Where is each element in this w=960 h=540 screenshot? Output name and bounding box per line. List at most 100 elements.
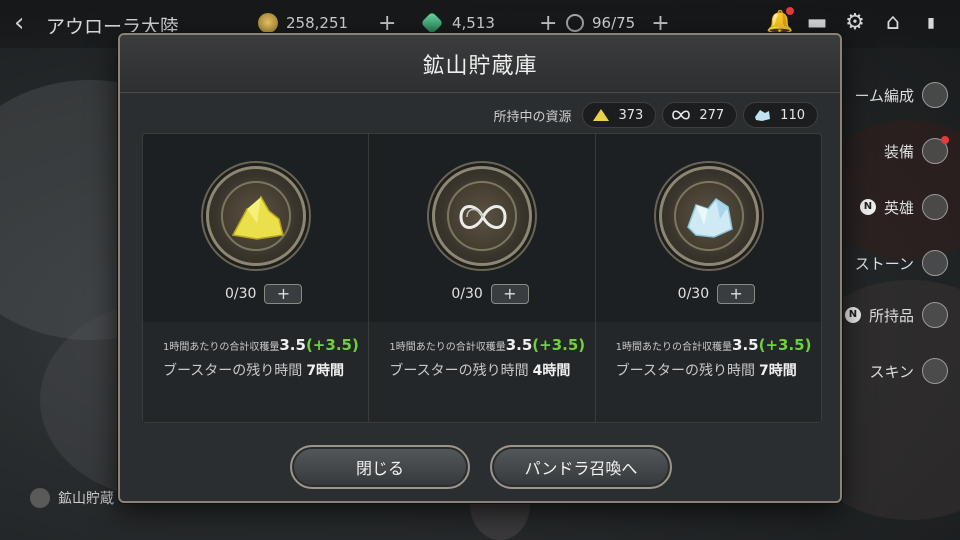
green-gem-icon — [420, 11, 444, 35]
side-item-label: ストーン — [854, 254, 914, 273]
add-gem-button[interactable]: + — [539, 11, 557, 36]
notification-dot — [786, 7, 794, 15]
stamina-resource: 96/75 + — [566, 11, 670, 36]
booster-time: 7時間 — [758, 363, 797, 379]
booster-label: ブースターの残り時間 — [615, 363, 755, 379]
home-icon[interactable]: ⌂ — [880, 10, 906, 36]
battery-wifi-icon: ▮ — [927, 15, 935, 31]
infinity-ore-icon — [672, 110, 691, 120]
mine-column-crystal: 0/30 + 1時間あたりの合計収穫量 3.5 (+3.5) ブースターの残り時… — [595, 134, 821, 422]
mine-storage-label: 鉱山貯蔵 — [58, 491, 114, 507]
add-gold-button[interactable]: + — [378, 11, 396, 36]
helmet-icon — [922, 194, 948, 220]
hourly-rate-bonus: (+3.5) — [532, 336, 586, 354]
booster-time: 7時間 — [306, 363, 345, 379]
side-item-label: スキン — [869, 362, 914, 381]
gold-ore-icon — [592, 109, 609, 121]
booster-label: ブースターの残り時間 — [389, 363, 529, 379]
booster-remaining: ブースターの残り時間 7時間 — [616, 360, 797, 380]
mine-column-gold: 0/30 + 1時間あたりの合計収穫量 3.5 (+3.5) ブースターの残り時… — [143, 134, 370, 422]
gold-count: 0/30 — [225, 286, 257, 302]
owned-gold-chip: 373 — [581, 102, 657, 128]
mine-column-infinity: 0/30 + 1時間あたりの合計収穫量 3.5 (+3.5) ブースターの残り時… — [369, 134, 596, 422]
hourly-rate-value: 3.5 — [505, 336, 533, 354]
side-item-label: 所持品 — [868, 306, 914, 325]
gold-coin-icon — [258, 13, 278, 33]
dialog-header: 鉱山貯蔵庫 — [120, 35, 840, 93]
team-icon — [922, 82, 948, 108]
equipment-alert-dot — [941, 136, 949, 144]
hourly-rate: 1時間あたりの合計収穫量 3.5 (+3.5) — [616, 336, 812, 354]
crystal-count-row: 0/30 + — [677, 284, 756, 304]
mine-panel: 0/30 + 1時間あたりの合計収穫量 3.5 (+3.5) ブースターの残り時… — [142, 133, 822, 423]
booster-remaining: ブースターの残り時間 7時間 — [163, 360, 344, 380]
mine-upper: 0/30 + — [596, 134, 821, 322]
side-item-heroes[interactable]: N 英雄 — [859, 192, 948, 222]
new-badge: N — [844, 307, 861, 323]
add-stamina-button[interactable]: + — [651, 11, 669, 36]
crossed-swords-icon — [922, 136, 949, 164]
hourly-rate-label: 1時間あたりの合計収穫量 — [615, 342, 733, 353]
gem-value: 4,513 — [452, 14, 495, 32]
owned-resources-label: 所持中の資源 — [493, 109, 572, 125]
pandora-summon-button[interactable]: パンドラ召喚へ — [490, 445, 672, 489]
crystal-ore-icon — [686, 197, 733, 238]
crystal-ore-slot — [658, 166, 759, 266]
gear-icon[interactable]: ⚙ — [842, 10, 868, 36]
owned-gold-value: 373 — [618, 107, 644, 123]
hourly-rate: 1時間あたりの合計収穫量 3.5 (+3.5) — [163, 336, 359, 354]
hourly-rate-label: 1時間あたりの合計収穫量 — [389, 342, 506, 353]
mine-storage-shortcut[interactable]: 鉱山貯蔵 — [30, 488, 114, 508]
mine-info: 1時間あたりの合計収穫量 3.5 (+3.5) ブースターの残り時間 7時間 — [143, 322, 369, 422]
infinity-count-row: 0/30 + — [451, 284, 529, 304]
hourly-rate: 1時間あたりの合計収穫量 3.5 (+3.5) — [389, 336, 585, 354]
owned-infinity-chip: 277 — [662, 102, 738, 128]
crystal-count: 0/30 — [677, 286, 710, 302]
gem-resource: 4,513 + — [420, 11, 557, 36]
side-item-label: ーム編成 — [854, 86, 914, 105]
hourly-rate-bonus: (+3.5) — [758, 336, 812, 354]
hourly-rate-value: 3.5 — [279, 336, 306, 354]
gold-ore-icon — [231, 195, 284, 240]
booster-time: 4時間 — [532, 363, 571, 379]
infinity-ore-icon — [459, 205, 507, 229]
mine-upper: 0/30 + — [143, 134, 368, 322]
side-item-label: 英雄 — [883, 198, 914, 217]
back-icon[interactable]: ‹ — [14, 8, 24, 38]
new-badge: N — [859, 199, 876, 215]
owned-crystal-chip: 110 — [743, 102, 818, 128]
add-crystal-worker-button[interactable]: + — [717, 284, 756, 304]
bag-icon — [922, 302, 948, 328]
stamina-value: 96/75 — [592, 14, 636, 32]
owned-crystal-value: 110 — [780, 107, 805, 123]
side-item-equipment[interactable]: 装備 — [883, 136, 949, 166]
booster-remaining: ブースターの残り時間 4時間 — [389, 360, 570, 380]
mine-info: 1時間あたりの合計収穫量 3.5 (+3.5) ブースターの残り時間 7時間 — [595, 322, 821, 422]
hourly-rate-value: 3.5 — [732, 336, 759, 354]
crystal-ore-icon — [755, 110, 771, 121]
owned-infinity-value: 277 — [699, 107, 725, 123]
side-item-team[interactable]: ーム編成 — [854, 80, 948, 110]
stone-icon — [922, 250, 948, 276]
gold-ore-slot — [206, 166, 306, 266]
hourly-rate-label: 1時間あたりの合計収穫量 — [163, 342, 280, 353]
dialog-title: 鉱山貯蔵庫 — [422, 53, 538, 79]
mine-icon — [30, 488, 50, 508]
mine-info: 1時間あたりの合計収穫量 3.5 (+3.5) ブースターの残り時間 4時間 — [369, 322, 595, 422]
gold-count-row: 0/30 + — [225, 284, 303, 304]
side-item-label: 装備 — [883, 142, 914, 161]
side-item-stone[interactable]: ストーン — [855, 248, 948, 278]
side-item-skin[interactable]: スキン — [869, 356, 948, 386]
booster-label: ブースターの残り時間 — [163, 363, 303, 379]
add-gold-worker-button[interactable]: + — [264, 284, 303, 304]
gold-resource: 258,251 + — [258, 11, 396, 36]
stamina-icon — [566, 14, 584, 32]
gold-value: 258,251 — [286, 14, 349, 32]
armor-icon — [922, 358, 948, 384]
add-infinity-worker-button[interactable]: + — [490, 284, 529, 304]
hourly-rate-bonus: (+3.5) — [305, 336, 359, 354]
owned-resources: 所持中の資源 373 277 110 — [493, 102, 818, 128]
side-item-inventory[interactable]: N 所持品 — [844, 300, 948, 330]
close-button[interactable]: 閉じる — [290, 445, 470, 489]
infinity-ore-slot — [432, 166, 533, 266]
